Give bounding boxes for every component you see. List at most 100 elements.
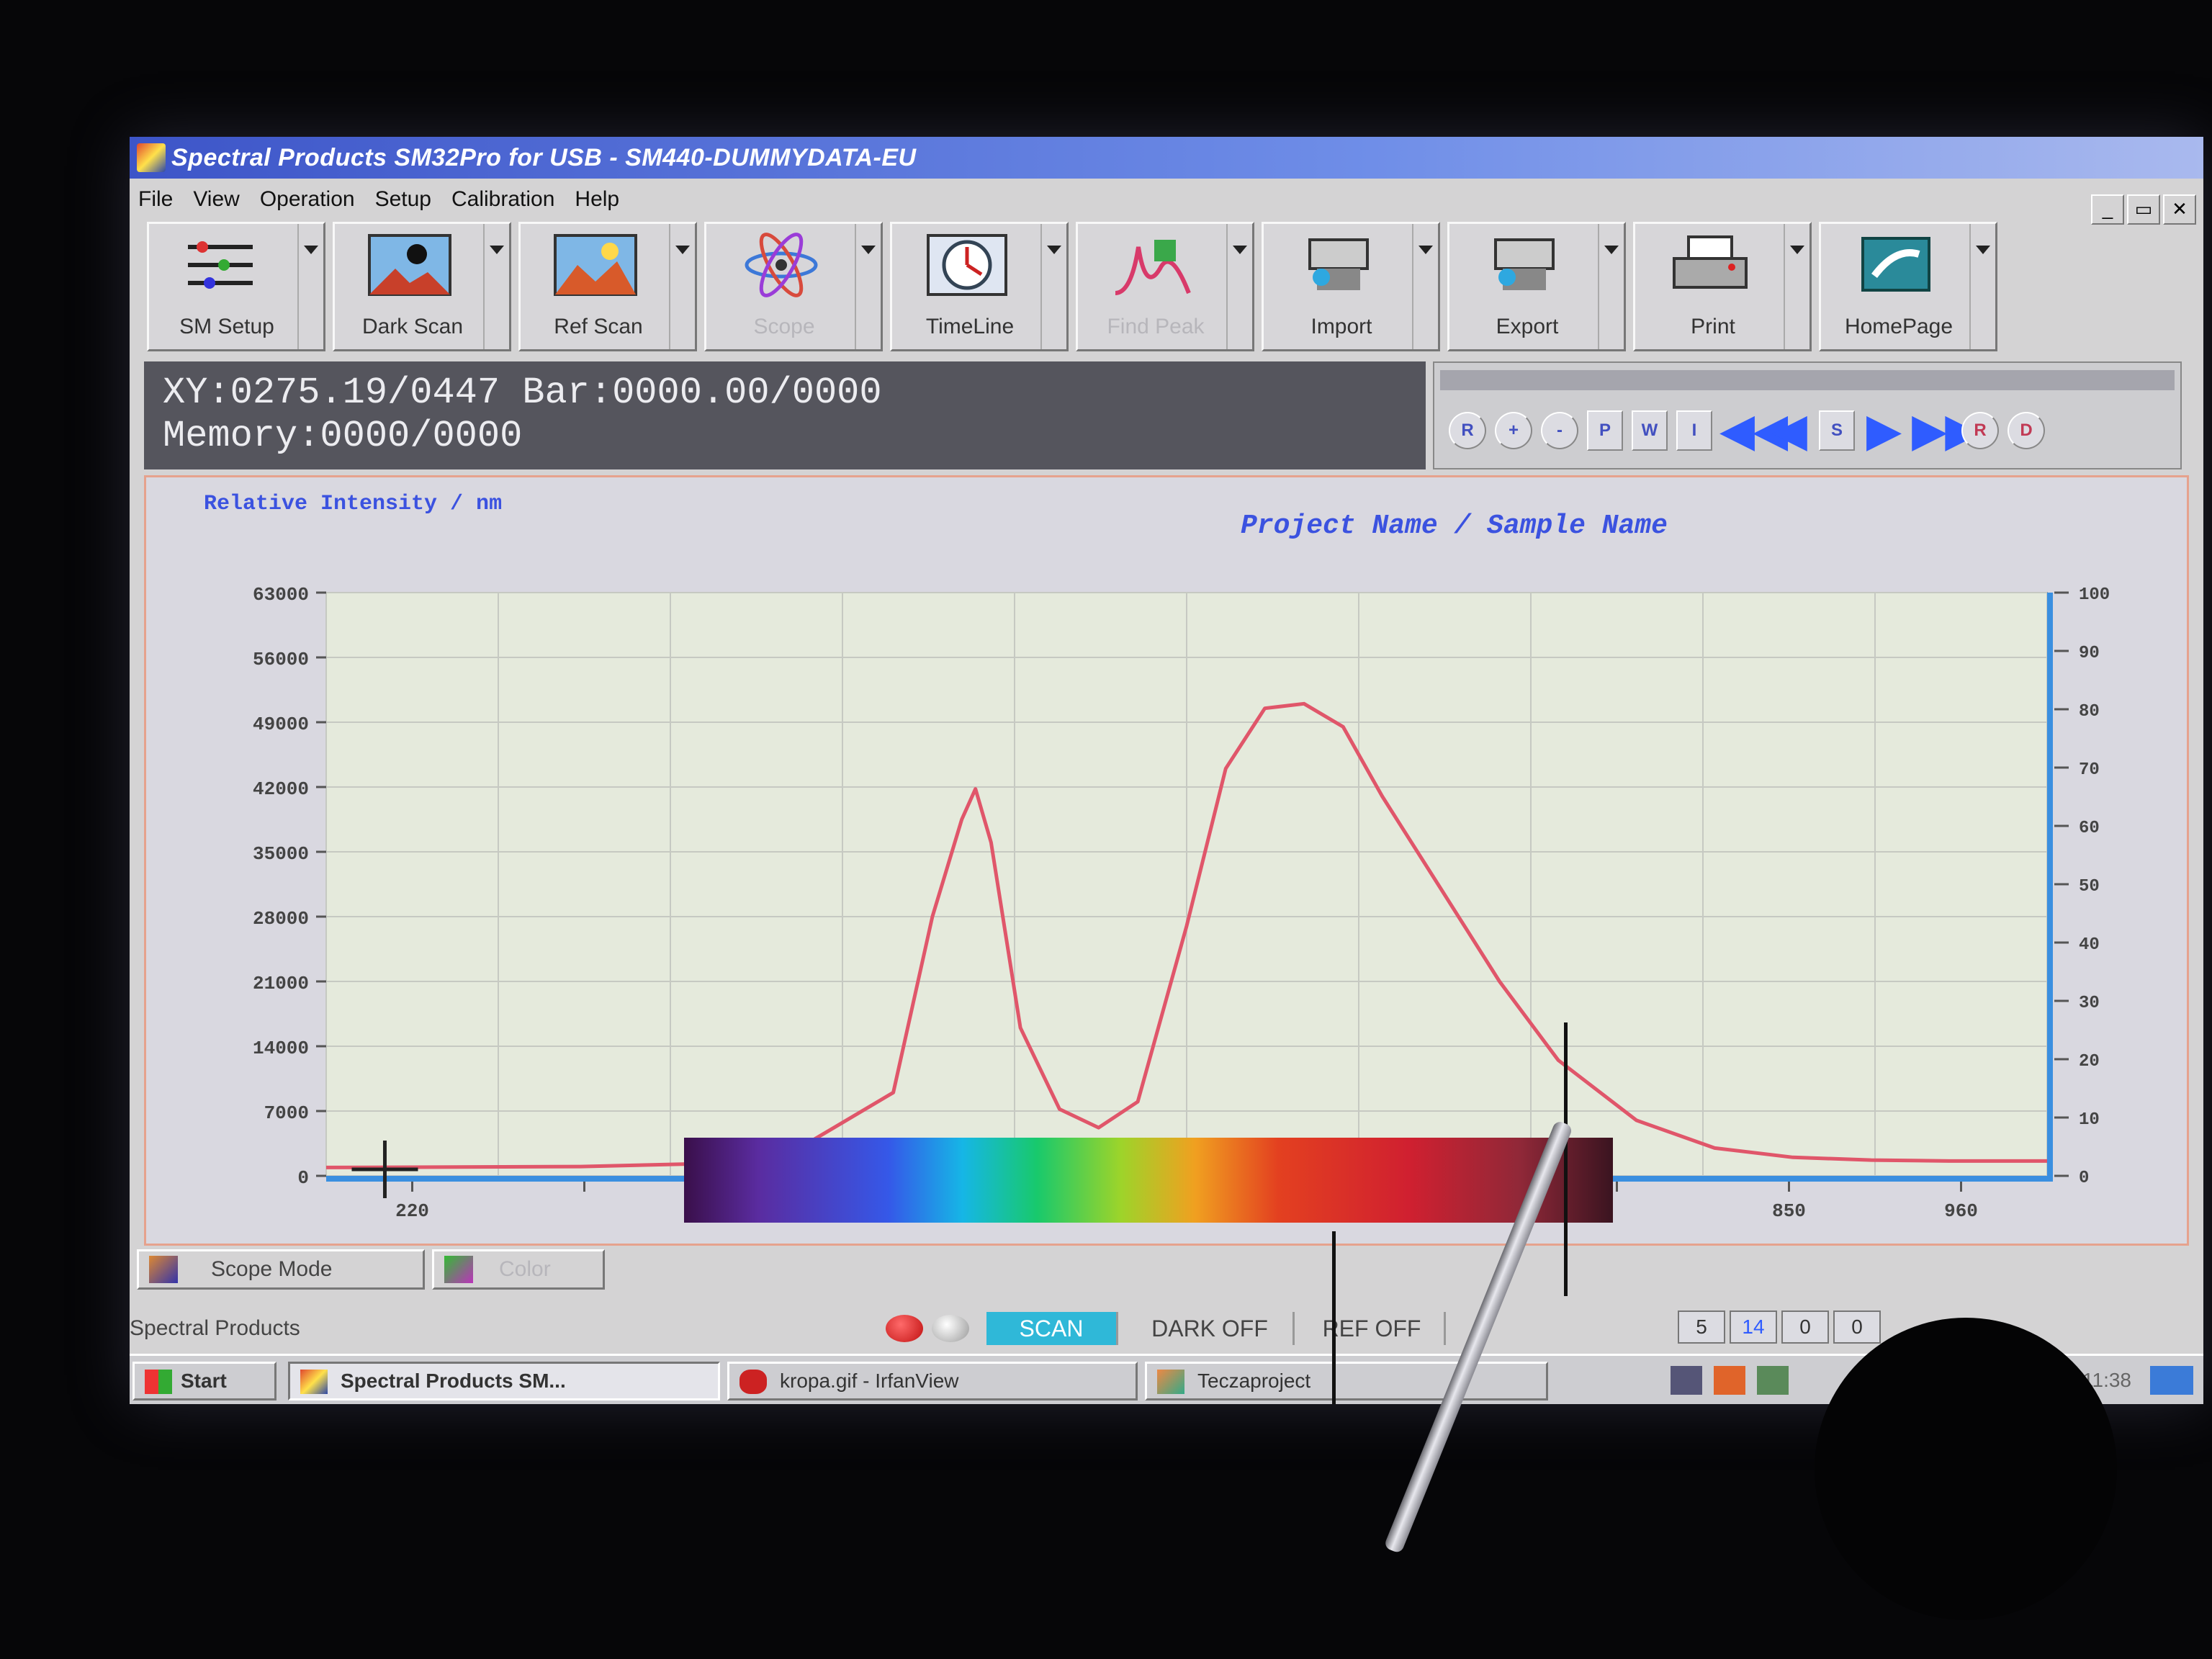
status-app-name: Spectral Products [130, 1316, 300, 1340]
printer-icon [1673, 235, 1748, 289]
export-icon [1494, 238, 1555, 290]
y2-tick-label: 10 [2079, 1110, 2100, 1130]
x-tick-label: 220 [395, 1200, 429, 1222]
sm-setup-button[interactable]: SM Setup [147, 222, 325, 351]
print-button[interactable]: Print [1633, 222, 1812, 351]
timeline-dropdown[interactable] [1040, 224, 1066, 349]
w-button[interactable]: W [1632, 410, 1668, 451]
find-peak-button[interactable]: Find Peak [1076, 222, 1254, 351]
fast-forward-icon[interactable]: ▶▶ [1912, 409, 1979, 452]
sm-setup-dropdown[interactable] [297, 224, 323, 349]
dark-scan-label: Dark Scan [361, 315, 464, 338]
homepage-button[interactable]: HomePage [1819, 222, 1997, 351]
y2-tick-label: 100 [2079, 585, 2110, 605]
timeline-label: TimeLine [925, 315, 1015, 338]
projected-screen: Spectral Products SM32Pro for USB - SM44… [130, 137, 2203, 1404]
y2-tick-label: 80 [2079, 702, 2100, 721]
glass-prism-rod [1383, 1120, 1663, 1584]
status-count-3: 0 [1781, 1310, 1829, 1344]
task-label-1: Spectral Products SM... [341, 1370, 566, 1392]
stop-button[interactable]: S [1819, 410, 1855, 451]
rewind-icon[interactable]: ◀◀ [1721, 409, 1787, 452]
scope-dropdown[interactable] [855, 224, 881, 349]
dark-scan-dropdown[interactable] [483, 224, 509, 349]
ref-scan-button[interactable]: Ref Scan [518, 222, 697, 351]
y-tick-label: 56000 [253, 649, 309, 670]
status-count-2: 14 [1730, 1310, 1777, 1344]
scope-button[interactable]: Scope [704, 222, 883, 351]
plus-button[interactable]: + [1495, 412, 1532, 449]
i-button[interactable]: I [1676, 410, 1712, 451]
task-irfanview[interactable]: kropa.gif - IrfanView [727, 1362, 1138, 1401]
color-tab-label: Color [499, 1257, 551, 1281]
export-dropdown[interactable] [1598, 224, 1624, 349]
color-icon [444, 1256, 473, 1283]
task-label-2: kropa.gif - IrfanView [780, 1370, 959, 1392]
color-tab[interactable]: Color [432, 1249, 605, 1290]
dark-scan-button[interactable]: Dark Scan [333, 222, 511, 351]
menu-bar: File View Operation Setup Calibration He… [130, 180, 2059, 219]
status-count-1: 5 [1678, 1310, 1725, 1344]
y-tick-label: 14000 [253, 1038, 309, 1059]
tray-icon-display[interactable] [1757, 1366, 1789, 1395]
y-tick-label: 42000 [253, 778, 309, 800]
pointer-stand-line-2 [1332, 1231, 1336, 1404]
show-desktop-icon[interactable] [2150, 1366, 2193, 1395]
start-button[interactable]: Start [132, 1362, 276, 1401]
y2-tick-label: 20 [2079, 1052, 2100, 1071]
scan-led-gray [932, 1315, 969, 1342]
minus-button[interactable]: - [1541, 412, 1578, 449]
maximize-button[interactable]: ▭ [2127, 194, 2160, 225]
y-tick-label: 21000 [253, 973, 309, 994]
xy-bar-readout: XY:0275.19/0447 Bar:0000.00/0000 [163, 372, 882, 414]
import-icon [1308, 238, 1369, 290]
y2-tick-label: 60 [2079, 819, 2100, 838]
menu-view[interactable]: View [193, 187, 239, 212]
scope-mode-tab[interactable]: Scope Mode [137, 1249, 425, 1290]
tray-icon-volume[interactable] [1714, 1366, 1745, 1395]
find-peak-dropdown[interactable] [1226, 224, 1252, 349]
ref-scan-icon [554, 234, 637, 296]
d-button[interactable]: D [2008, 412, 2045, 449]
scan-led-red [886, 1315, 923, 1342]
task-spectral-products[interactable]: Spectral Products SM... [288, 1362, 720, 1401]
x-tick-label: 960 [1944, 1200, 1978, 1222]
x-tick-label: 850 [1772, 1200, 1806, 1222]
menu-help[interactable]: Help [575, 187, 619, 212]
scan-status[interactable]: SCAN [986, 1312, 1118, 1345]
close-button[interactable]: ✕ [2163, 194, 2196, 225]
export-button[interactable]: Export [1447, 222, 1626, 351]
p-button[interactable]: P [1587, 410, 1623, 451]
minimize-button[interactable]: _ [2091, 194, 2124, 225]
cables-icon [188, 241, 253, 289]
play-icon[interactable]: ▶ [1863, 409, 1904, 452]
dark-status[interactable]: DARK OFF [1127, 1312, 1295, 1345]
audience-silhouette [1815, 1318, 2117, 1620]
print-dropdown[interactable] [1784, 224, 1809, 349]
timeline-button[interactable]: TimeLine [890, 222, 1069, 351]
toolbar: SM Setup Dark Scan Ref Scan Scope TimeLi… [147, 222, 2033, 360]
ref-scan-dropdown[interactable] [669, 224, 695, 349]
import-button[interactable]: Import [1262, 222, 1440, 351]
import-dropdown[interactable] [1412, 224, 1438, 349]
cursor-readout: XY:0275.19/0447 Bar:0000.00/0000 Memory:… [144, 361, 1426, 469]
menu-file[interactable]: File [138, 187, 173, 212]
menu-operation[interactable]: Operation [260, 187, 355, 212]
ref-status[interactable]: REF OFF [1300, 1312, 1446, 1345]
memory-readout: Memory:0000/0000 [163, 415, 523, 457]
menu-setup[interactable]: Setup [375, 187, 431, 212]
tray-icon-network[interactable] [1671, 1366, 1702, 1395]
y2-tick-label: 50 [2079, 877, 2100, 896]
scope-mode-icon [149, 1256, 178, 1283]
menu-calibration[interactable]: Calibration [451, 187, 554, 212]
record-r-button[interactable]: R [1449, 412, 1486, 449]
step-back-icon[interactable]: ◀ [1770, 409, 1810, 452]
y-tick-label: 7000 [264, 1102, 309, 1124]
window-controls: _ ▭ ✕ [2091, 194, 2196, 225]
homepage-dropdown[interactable] [1969, 224, 1995, 349]
spectral-app-icon [300, 1370, 328, 1394]
project-icon [1157, 1370, 1184, 1394]
dark-scan-icon [368, 234, 451, 296]
windows-logo-icon [145, 1370, 172, 1394]
r-button[interactable]: R [1961, 412, 1999, 449]
